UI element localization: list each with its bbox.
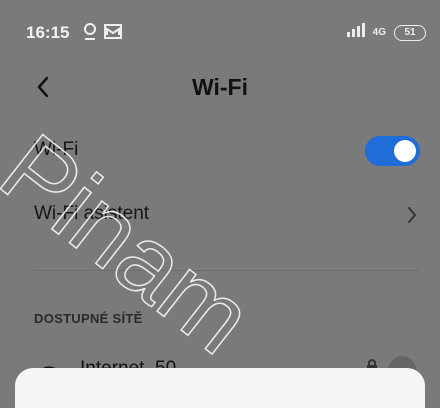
wifi-assistant-label: Wi-Fi asistent [34,203,150,224]
battery-level: 51 [404,27,416,38]
battery-icon: 51 [394,24,426,41]
wifi-toggle-row[interactable]: Wi-Fi [0,121,440,181]
wifi-label: Wi-Fi [34,139,79,160]
chevron-right-icon [406,205,418,225]
status-time: 16:15 [26,23,70,42]
bottom-sheet [15,368,425,408]
nav-bar: Wi-Fi [0,64,440,112]
wifi-toggle[interactable] [365,136,420,166]
status-right: 4G 51 [343,22,426,43]
toggle-knob [394,140,416,162]
status-bar: 16:15 4G 51 [0,0,440,64]
network-type-label: 4G [372,26,386,38]
signal-icon [343,22,365,43]
page-title: Wi-Fi [192,74,248,100]
mail-icon [104,22,122,45]
location-icon [82,22,98,47]
available-networks-header: DOSTUPNÉ SÍTĚ [34,311,143,326]
settings-screen: 16:15 4G 51 Wi-Fi Wi-Fi Wi-Fi asistent D… [0,0,440,408]
divider [34,270,419,271]
wifi-assistant-row[interactable]: Wi-Fi asistent [0,185,440,245]
